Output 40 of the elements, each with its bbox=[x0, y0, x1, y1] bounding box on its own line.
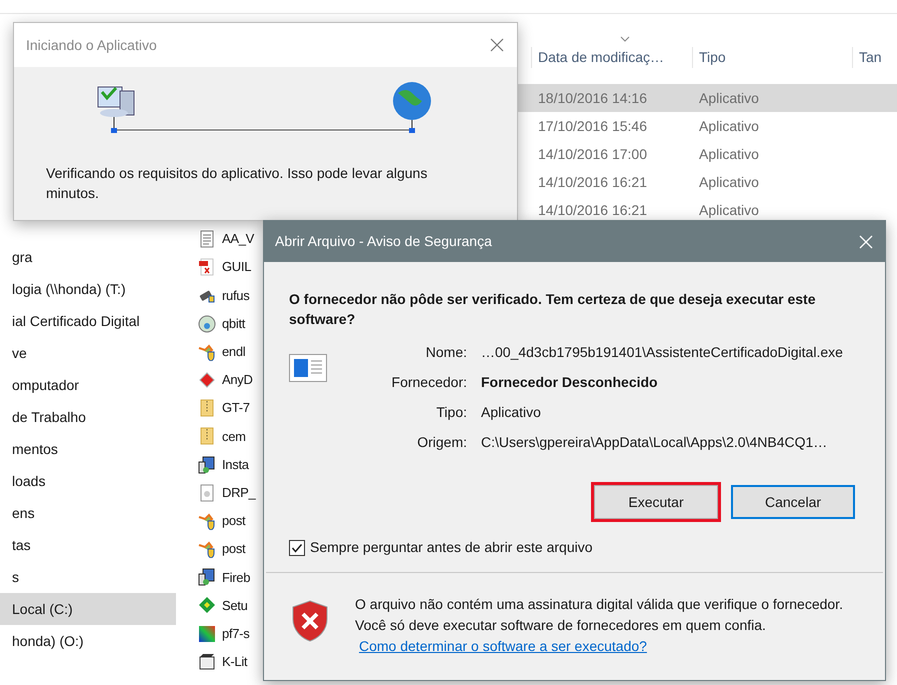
file-name: pf7-s bbox=[222, 624, 250, 643]
file-date: 14/10/2016 16:21 bbox=[537, 201, 648, 220]
warning-text: O arquivo não contém uma assinatura digital válida que verifique o fornecedor. Você só deve executar software de fornecedores em quem confia. Como determinar o software a ser executado? bbox=[355, 595, 844, 656]
file-date: 17/10/2016 15:46 bbox=[537, 116, 648, 136]
field-label: Fornecedor: bbox=[390, 373, 467, 392]
file-date: 18/10/2016 14:16 bbox=[537, 88, 648, 108]
file-name: DRP_ bbox=[222, 484, 256, 502]
file-name: K-Lit bbox=[222, 653, 248, 672]
field-value: C:\Users\gpereira\AppData\Local\Apps\2.0\4NB4CQ1… bbox=[481, 433, 828, 452]
file-type: Aplicativo bbox=[698, 144, 759, 164]
file-type: Aplicativo bbox=[698, 116, 759, 136]
file-name: qbitt bbox=[222, 314, 246, 333]
field-value: …00_4d3cb1795b191401\AssistenteCertificadoDigital.exe bbox=[481, 343, 843, 362]
file-name: rufus bbox=[222, 286, 250, 305]
file-name: post bbox=[222, 512, 246, 530]
field-value: Aplicativo bbox=[481, 403, 542, 422]
field-label: Origem: bbox=[416, 433, 467, 452]
file-name: AA_V bbox=[222, 230, 254, 248]
field-value: Fornecedor Desconhecido bbox=[481, 373, 659, 392]
window-title: Abrir Arquivo - Aviso de Segurança bbox=[275, 232, 492, 251]
file-name: AnyD bbox=[222, 371, 253, 390]
field-label: Tipo: bbox=[435, 403, 467, 422]
field-label: Nome: bbox=[424, 343, 467, 362]
window-title: Iniciando o Aplicativo bbox=[26, 36, 157, 55]
file-type: Aplicativo bbox=[698, 173, 759, 192]
file-name: Insta bbox=[222, 456, 249, 474]
checkbox-label: Sempre perguntar antes de abrir este arquivo bbox=[310, 538, 592, 557]
file-name: cem bbox=[222, 428, 246, 446]
file-date: 14/10/2016 16:21 bbox=[537, 173, 648, 192]
file-name: GUIL bbox=[222, 258, 252, 276]
file-type: Aplicativo bbox=[698, 88, 759, 108]
file-name: GT-7 bbox=[222, 399, 250, 418]
file-name: Fireb bbox=[222, 568, 250, 587]
file-type: Aplicativo bbox=[698, 201, 759, 220]
dialog-heading: O fornecedor não pôde ser verificado. Tem certeza de que deseja executar este software? bbox=[289, 290, 816, 329]
file-name: Setu bbox=[222, 596, 248, 615]
file-name: endl bbox=[222, 343, 246, 362]
status-message: Verificando os requisitos do aplicativo. Isso pode levar alguns minutos. bbox=[45, 164, 428, 203]
file-name: post bbox=[222, 540, 246, 558]
file-date: 14/10/2016 17:00 bbox=[537, 144, 648, 164]
